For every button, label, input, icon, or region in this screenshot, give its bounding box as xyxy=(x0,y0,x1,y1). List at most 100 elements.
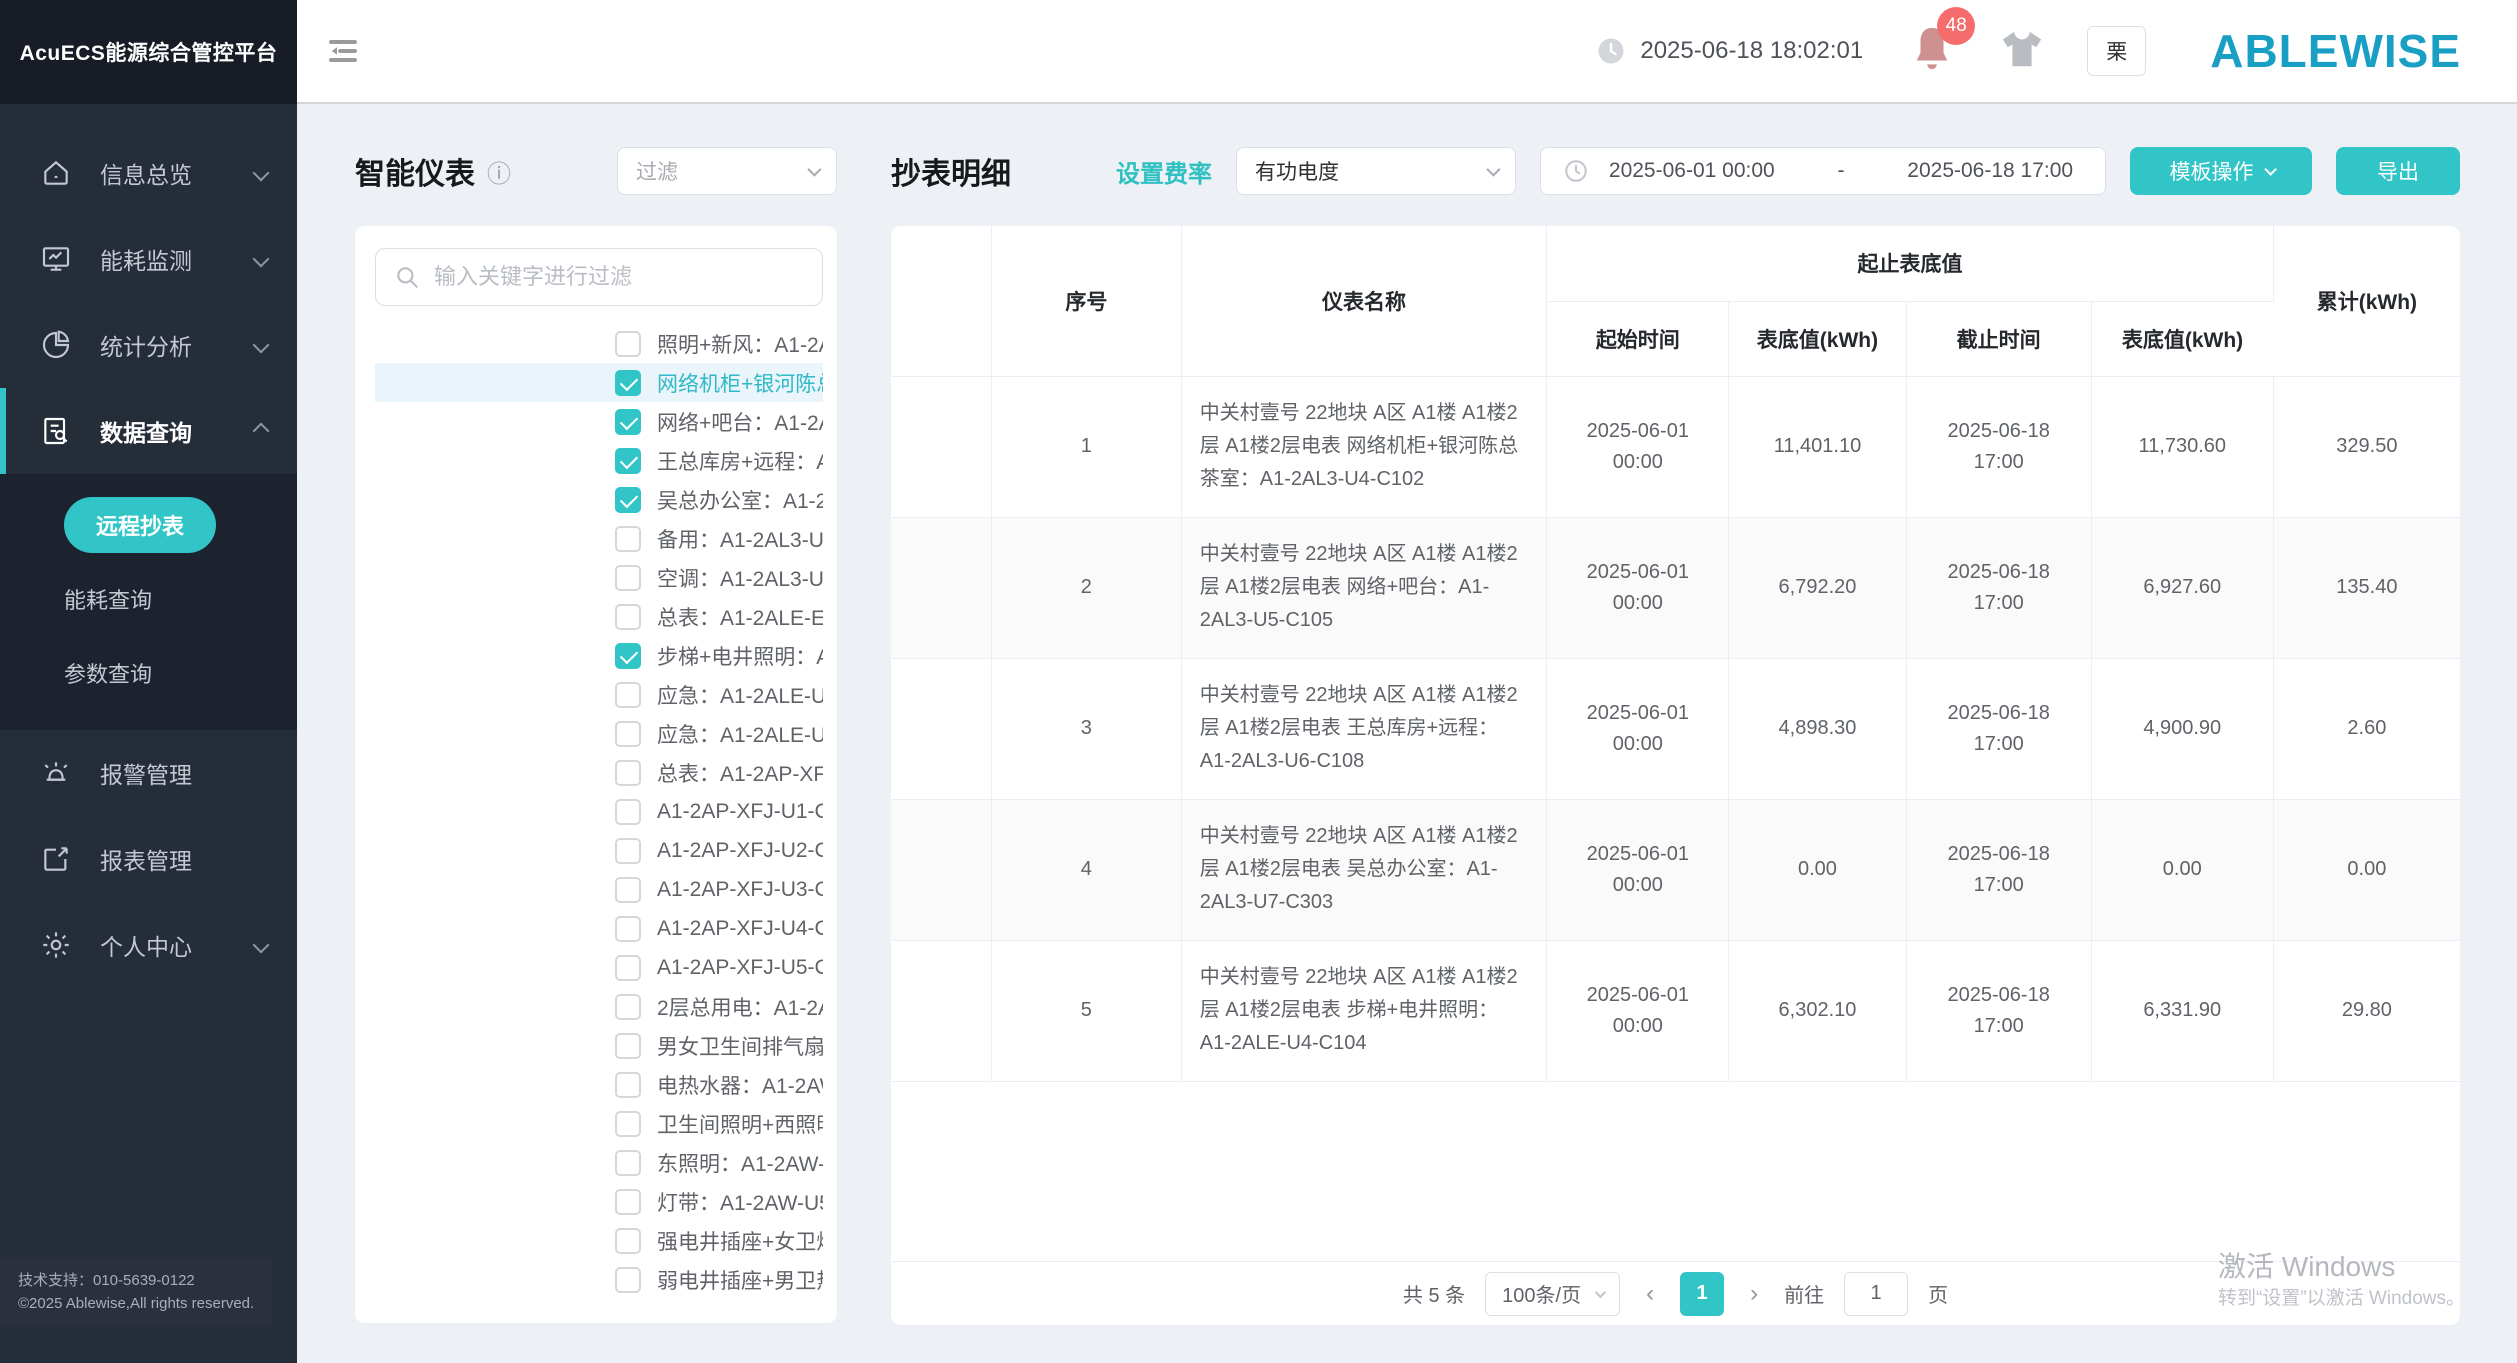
meter-list-item[interactable]: 弱电井插座+男卫热水 xyxy=(375,1260,823,1299)
checkbox-icon[interactable] xyxy=(615,799,641,825)
chevron-down-icon xyxy=(807,163,821,177)
total-count: 共 5 条 xyxy=(1403,1279,1465,1308)
info-icon[interactable]: ⓘ xyxy=(487,154,511,189)
row-seq-cell: 2 xyxy=(991,517,1181,658)
header-group-readings: 起止表底值 xyxy=(1547,226,2273,301)
meter-list-item[interactable]: A1-2AP-XFJ-U2-C302 xyxy=(375,831,823,870)
checkbox-icon[interactable] xyxy=(615,487,641,513)
sidebar-item-energy-monitor[interactable]: 能耗监测 xyxy=(0,216,297,302)
sidebar-item-statistics[interactable]: 统计分析 xyxy=(0,302,297,388)
reading-table-panel: 序号 仪表名称 起止表底值 累计(kWh) 起始时间 表底值(kWh) 截止时间… xyxy=(891,226,2460,1325)
checkbox-icon[interactable] xyxy=(615,1033,641,1059)
sidebar-item-info-overview[interactable]: 信息总览 xyxy=(0,130,297,216)
row-end-value-cell: 11,730.60 xyxy=(2091,376,2273,517)
checkbox-icon[interactable] xyxy=(615,682,641,708)
sidebar-item-remote-reading[interactable]: 远程抄表 xyxy=(0,488,297,562)
meter-list-item[interactable]: 步梯+电井照明：A1-2 xyxy=(375,636,823,675)
meter-list-item[interactable]: 卫生间照明+西照明： xyxy=(375,1104,823,1143)
checkbox-icon[interactable] xyxy=(615,1150,641,1176)
current-page-button[interactable]: 1 xyxy=(1680,1272,1724,1316)
checkbox-icon[interactable] xyxy=(615,409,641,435)
page-size-select[interactable]: 100条/页 xyxy=(1485,1272,1620,1316)
search-input[interactable] xyxy=(434,264,804,290)
next-page-button[interactable]: › xyxy=(1744,1280,1764,1308)
template-actions-button[interactable]: 模板操作 xyxy=(2130,147,2312,195)
shirt-icon xyxy=(1999,27,2045,71)
header-meter-name: 仪表名称 xyxy=(1181,226,1547,376)
sidebar-item-data-query[interactable]: 数据查询 xyxy=(0,388,297,474)
meter-list-item[interactable]: 空调：A1-2AL3-U9-C xyxy=(375,558,823,597)
meter-list-item[interactable]: 2层总用电：A1-2AW- xyxy=(375,987,823,1026)
meter-list-item[interactable]: 吴总办公室：A1-2AL3 xyxy=(375,480,823,519)
checkbox-icon[interactable] xyxy=(615,1072,641,1098)
checkbox-icon[interactable] xyxy=(615,955,641,981)
checkbox-icon[interactable] xyxy=(615,760,641,786)
meter-list-item[interactable]: 总表：A1-2ALE-Eps xyxy=(375,597,823,636)
row-start-time-cell: 2025-06-01 00:00 xyxy=(1547,658,1729,799)
meter-list-item[interactable]: 备用：A1-2AL3-U8-C xyxy=(375,519,823,558)
meter-list-item[interactable]: 电热水器：A1-2AW-U xyxy=(375,1065,823,1104)
meter-list-item[interactable]: 应急：A1-2ALE-U6-C xyxy=(375,714,823,753)
metric-select[interactable]: 有功电度 xyxy=(1236,147,1516,195)
checkbox-icon[interactable] xyxy=(615,916,641,942)
checkbox-icon[interactable] xyxy=(615,877,641,903)
meter-list-item[interactable]: 王总库房+远程：A1-2 xyxy=(375,441,823,480)
checkbox-icon[interactable] xyxy=(615,448,641,474)
checkbox-icon[interactable] xyxy=(615,1267,641,1293)
sidebar-collapse-icon[interactable] xyxy=(321,29,365,73)
meter-list-item[interactable]: 强电井插座+女卫烘手 xyxy=(375,1221,823,1260)
prev-page-button[interactable]: ‹ xyxy=(1640,1280,1660,1308)
user-avatar[interactable]: 栗 xyxy=(2087,26,2146,76)
meter-label: A1-2AP-XFJ-U3-C103 xyxy=(657,878,823,902)
meter-list-item[interactable]: 总表：A1-2AP-XFJ-E xyxy=(375,753,823,792)
meter-list-item[interactable]: A1-2AP-XFJ-U1-C301 xyxy=(375,792,823,831)
sidebar-item-report-management[interactable]: 报表管理 xyxy=(0,816,297,902)
meter-list-item[interactable]: 东照明：A1-2AW-U4- xyxy=(375,1143,823,1182)
checkbox-icon[interactable] xyxy=(615,565,641,591)
smart-meter-header: 智能仪表 ⓘ 过滤 xyxy=(355,146,837,196)
meter-list-item[interactable]: 灯带：A1-2AW-U5-C1 xyxy=(375,1182,823,1221)
meter-label: 男女卫生间排气扇：A xyxy=(657,1031,823,1061)
checkbox-icon[interactable] xyxy=(615,604,641,630)
meter-list-item[interactable]: 应急：A1-2ALE-U5-C xyxy=(375,675,823,714)
checkbox-icon[interactable] xyxy=(615,1111,641,1137)
row-end-value-cell: 6,927.60 xyxy=(2091,517,2273,658)
filter-select[interactable]: 过滤 xyxy=(617,147,837,195)
meter-list-item[interactable]: A1-2AP-XFJ-U5-C109 xyxy=(375,948,823,987)
checkbox-icon[interactable] xyxy=(615,1189,641,1215)
chevron-down-icon xyxy=(253,937,270,954)
sidebar-item-alarm-management[interactable]: 报警管理 xyxy=(0,730,297,816)
checkbox-icon[interactable] xyxy=(615,643,641,669)
table-row: 3中关村壹号 22地块 A区 A1楼 A1楼2层 A1楼2层电表 王总库房+远程… xyxy=(891,658,2460,799)
export-button[interactable]: 导出 xyxy=(2336,147,2460,195)
meter-list-item[interactable]: 照明+新风：A1-2AL3- xyxy=(375,324,823,363)
sidebar-menu: 信息总览 能耗监测 统计分析 数据查询 远程抄表 xyxy=(0,104,297,1257)
sidebar-item-parameter-query[interactable]: 参数查询 xyxy=(0,636,297,710)
notifications-button[interactable]: 48 xyxy=(1909,23,1955,80)
meter-list-item[interactable]: A1-2AP-XFJ-U4-C106 xyxy=(375,909,823,948)
sidebar-item-energy-query[interactable]: 能耗查询 xyxy=(0,562,297,636)
goto-page-input[interactable] xyxy=(1844,1272,1908,1316)
checkbox-icon[interactable] xyxy=(615,994,641,1020)
checkbox-icon[interactable] xyxy=(615,838,641,864)
reading-table: 序号 仪表名称 起止表底值 累计(kWh) 起始时间 表底值(kWh) 截止时间… xyxy=(891,226,2460,1082)
checkbox-icon[interactable] xyxy=(615,1228,641,1254)
date-range-picker[interactable]: 2025-06-01 00:00 - 2025-06-18 17:00 xyxy=(1540,147,2106,195)
checkbox-icon[interactable] xyxy=(615,370,641,396)
meter-list-item[interactable]: 网络机柜+银河陈总茶 xyxy=(375,363,823,402)
document-search-icon xyxy=(40,415,72,447)
theme-button[interactable] xyxy=(1999,27,2045,76)
row-total-cell: 2.60 xyxy=(2273,658,2460,799)
meter-list-item[interactable]: 网络+吧台：A1-2AL3- xyxy=(375,402,823,441)
checkbox-icon[interactable] xyxy=(615,526,641,552)
meter-list-item[interactable]: 男女卫生间排气扇：A xyxy=(375,1026,823,1065)
meter-list-item[interactable]: A1-2AP-XFJ-U3-C103 xyxy=(375,870,823,909)
row-total-cell: 329.50 xyxy=(2273,376,2460,517)
date-end-value[interactable]: 2025-06-18 17:00 xyxy=(1897,159,2083,183)
checkbox-icon[interactable] xyxy=(615,331,641,357)
row-empty-cell xyxy=(891,799,991,940)
date-start-value[interactable]: 2025-06-01 00:00 xyxy=(1599,159,1785,183)
checkbox-icon[interactable] xyxy=(615,721,641,747)
set-rate-link[interactable]: 设置费率 xyxy=(1116,154,1212,189)
sidebar-item-personal-center[interactable]: 个人中心 xyxy=(0,902,297,988)
